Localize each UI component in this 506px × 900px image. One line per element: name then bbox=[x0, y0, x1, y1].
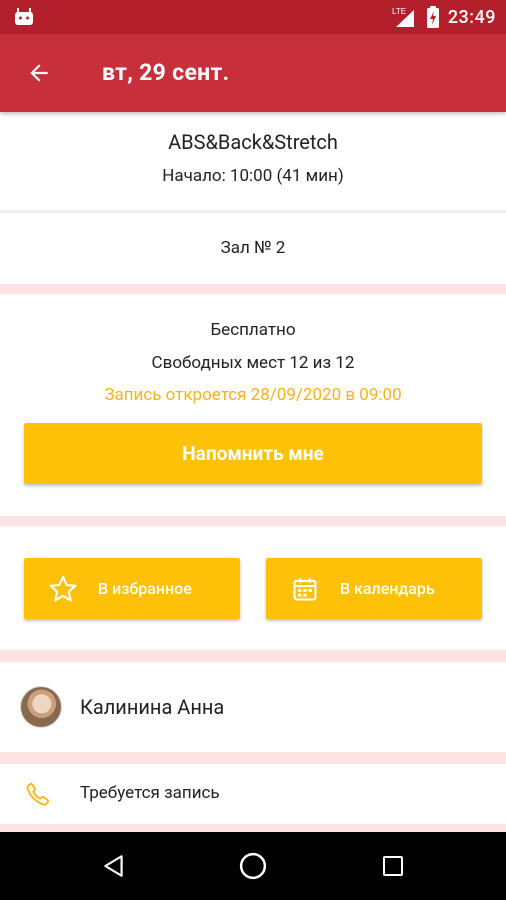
divider bbox=[0, 516, 506, 526]
nav-home-button[interactable] bbox=[233, 846, 273, 886]
calendar-label: В календарь bbox=[340, 579, 435, 598]
divider bbox=[0, 752, 506, 764]
system-nav-bar bbox=[0, 832, 506, 900]
divider bbox=[0, 210, 506, 213]
price-label: Бесплатно bbox=[210, 320, 296, 340]
remind-me-label: Напомнить мне bbox=[182, 442, 324, 465]
nav-back-button[interactable] bbox=[94, 846, 134, 886]
booking-required-text: Требуется запись bbox=[80, 783, 220, 803]
status-bar: LTE 23:49 bbox=[0, 0, 506, 34]
booking-opens-notice: Запись откроется 28/09/2020 в 09:00 bbox=[104, 385, 402, 405]
phone-icon bbox=[26, 782, 50, 806]
status-icons: LTE 23:49 bbox=[392, 0, 496, 34]
remind-me-button[interactable]: Напомнить мне bbox=[24, 423, 482, 484]
calendar-icon bbox=[288, 572, 322, 606]
back-button[interactable] bbox=[20, 54, 58, 92]
hall-label: Зал № 2 bbox=[220, 238, 286, 258]
circle-home-icon bbox=[239, 852, 267, 880]
trainer-name: Калинина Анна bbox=[80, 695, 225, 719]
triangle-back-icon bbox=[104, 855, 123, 877]
divider bbox=[0, 284, 506, 294]
star-outline-icon bbox=[46, 572, 80, 606]
lte-signal-icon: LTE bbox=[392, 7, 414, 27]
trainer-row[interactable]: Калинина Анна bbox=[0, 662, 506, 752]
add-to-calendar-button[interactable]: В календарь bbox=[266, 558, 482, 619]
favorites-label: В избранное bbox=[98, 579, 192, 598]
svg-text:LTE: LTE bbox=[392, 7, 406, 16]
square-recents-icon bbox=[383, 856, 403, 876]
divider bbox=[0, 824, 506, 832]
trainer-avatar bbox=[20, 686, 62, 728]
battery-charging-icon bbox=[426, 6, 439, 28]
nav-recents-button[interactable] bbox=[373, 846, 413, 886]
booking-required-row: Требуется запись bbox=[0, 764, 506, 824]
add-to-favorites-button[interactable]: В избранное bbox=[24, 558, 240, 619]
seats-label: Свободных мест 12 из 12 bbox=[151, 353, 355, 373]
page-title: вт, 29 сент. bbox=[102, 59, 230, 86]
divider bbox=[0, 650, 506, 662]
app-bar: вт, 29 сент. bbox=[0, 34, 506, 112]
status-time: 23:49 bbox=[447, 6, 496, 28]
android-notification-icon bbox=[15, 8, 33, 25]
arrow-back-icon bbox=[30, 64, 48, 82]
class-start-time: Начало: 10:00 (41 мин) bbox=[162, 166, 344, 186]
class-name: ABS&Back&Stretch bbox=[168, 130, 338, 154]
